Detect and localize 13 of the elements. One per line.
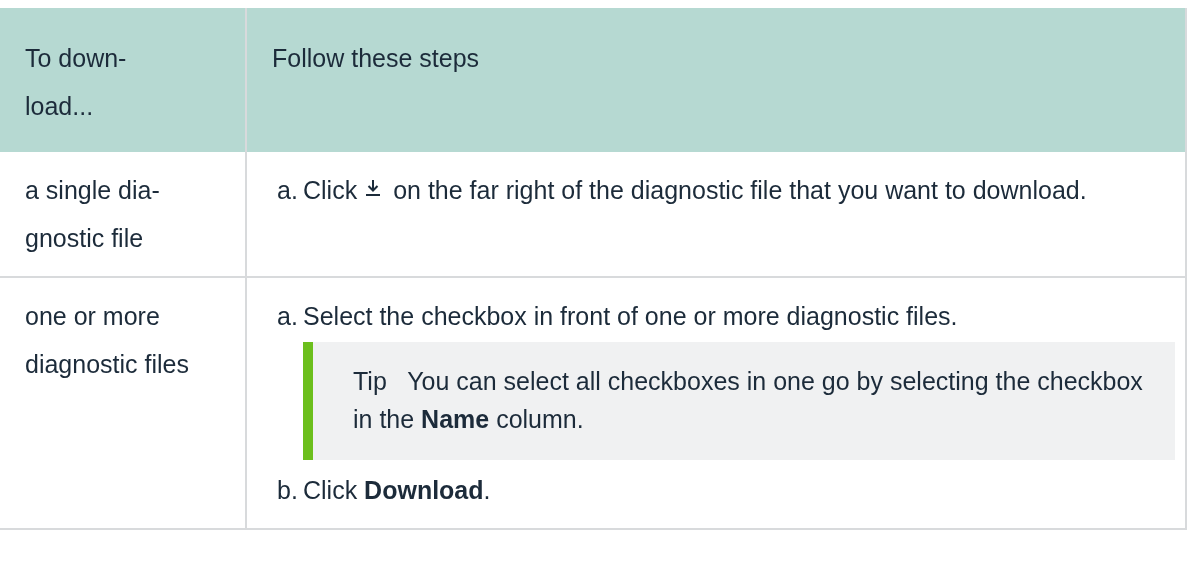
step-marker: b. (277, 475, 299, 506)
table-cell: a single dia-gnostic file (0, 152, 246, 277)
tip-text: Tip You can select all checkboxes in one go by selecting the checkbox in the Name column. (353, 367, 1143, 433)
step-text: on the far right of the diagnostic file that you want to download. (393, 176, 1087, 204)
download-icon (365, 179, 382, 197)
step-text: Click (303, 176, 358, 204)
step-text: Click Download. (303, 476, 491, 504)
step-marker: a. (277, 175, 299, 206)
step-text: Select the checkbox in front of one or more diagnostic files. (303, 302, 958, 330)
table-cell: one or more diagnostic files (0, 277, 246, 529)
column-header: To down-load... (0, 8, 246, 152)
column-header: Follow these steps (246, 8, 1186, 152)
step-marker: a. (277, 301, 299, 332)
